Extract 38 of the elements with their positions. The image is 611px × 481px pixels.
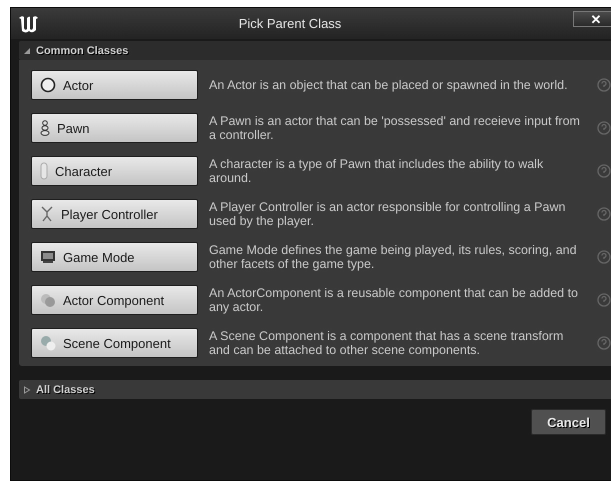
close-button[interactable]: ✕ <box>573 11 611 27</box>
section-title: All Classes <box>36 384 95 396</box>
collapsed-triangle-icon <box>23 386 31 394</box>
class-button[interactable]: Scene Component <box>31 328 198 358</box>
class-button[interactable]: Player Controller <box>31 199 198 229</box>
class-description: A Player Controller is an actor responsible for controlling a Pawn used by the player. <box>209 200 566 228</box>
capsule-icon <box>40 162 48 180</box>
help-icon[interactable] <box>597 78 611 92</box>
monitor-icon <box>40 250 56 264</box>
logo-icon <box>17 14 39 34</box>
class-description: A Scene Component is a component that has a scene transform and can be attached to other scene components. <box>209 329 564 357</box>
sphere-icon <box>40 77 56 93</box>
class-button[interactable]: Game Mode <box>31 242 198 272</box>
help-icon[interactable] <box>597 164 611 178</box>
class-description: A character is a type of Pawn that includes the ability to walk around. <box>209 157 544 185</box>
help-icon[interactable] <box>597 207 611 221</box>
class-button[interactable]: Actor <box>31 70 198 100</box>
section-header[interactable]: All Classes <box>19 380 611 399</box>
expanded-triangle-icon <box>23 46 31 54</box>
section-title: Common Classes <box>36 44 128 56</box>
cancel-button[interactable]: Cancel <box>531 409 606 435</box>
window-title: Pick Parent Class <box>238 16 342 31</box>
section-header[interactable]: Common Classes <box>19 41 611 60</box>
help-icon[interactable] <box>597 250 611 264</box>
class-description: An ActorComponent is a reusable component that can be added to any actor. <box>209 286 579 314</box>
help-icon[interactable] <box>597 293 611 307</box>
spheres-icon <box>40 292 56 308</box>
pawn-icon <box>40 120 50 136</box>
help-icon[interactable] <box>597 336 611 350</box>
class-button[interactable]: Actor Component <box>31 285 198 315</box>
class-button[interactable]: Character <box>31 156 198 186</box>
spheres-icon <box>40 335 56 351</box>
help-icon[interactable] <box>597 121 611 135</box>
class-description: An Actor is an object that can be placed or spawned in the world. <box>209 78 569 92</box>
class-button[interactable]: Pawn <box>31 113 198 143</box>
class-description: A Pawn is an actor that can be 'possessed' and receieve input from a controller. <box>209 114 581 142</box>
figure-icon <box>40 205 54 223</box>
class-description: Game Mode defines the game being played, its rules, scoring, and other facets of the game type. <box>209 243 578 271</box>
